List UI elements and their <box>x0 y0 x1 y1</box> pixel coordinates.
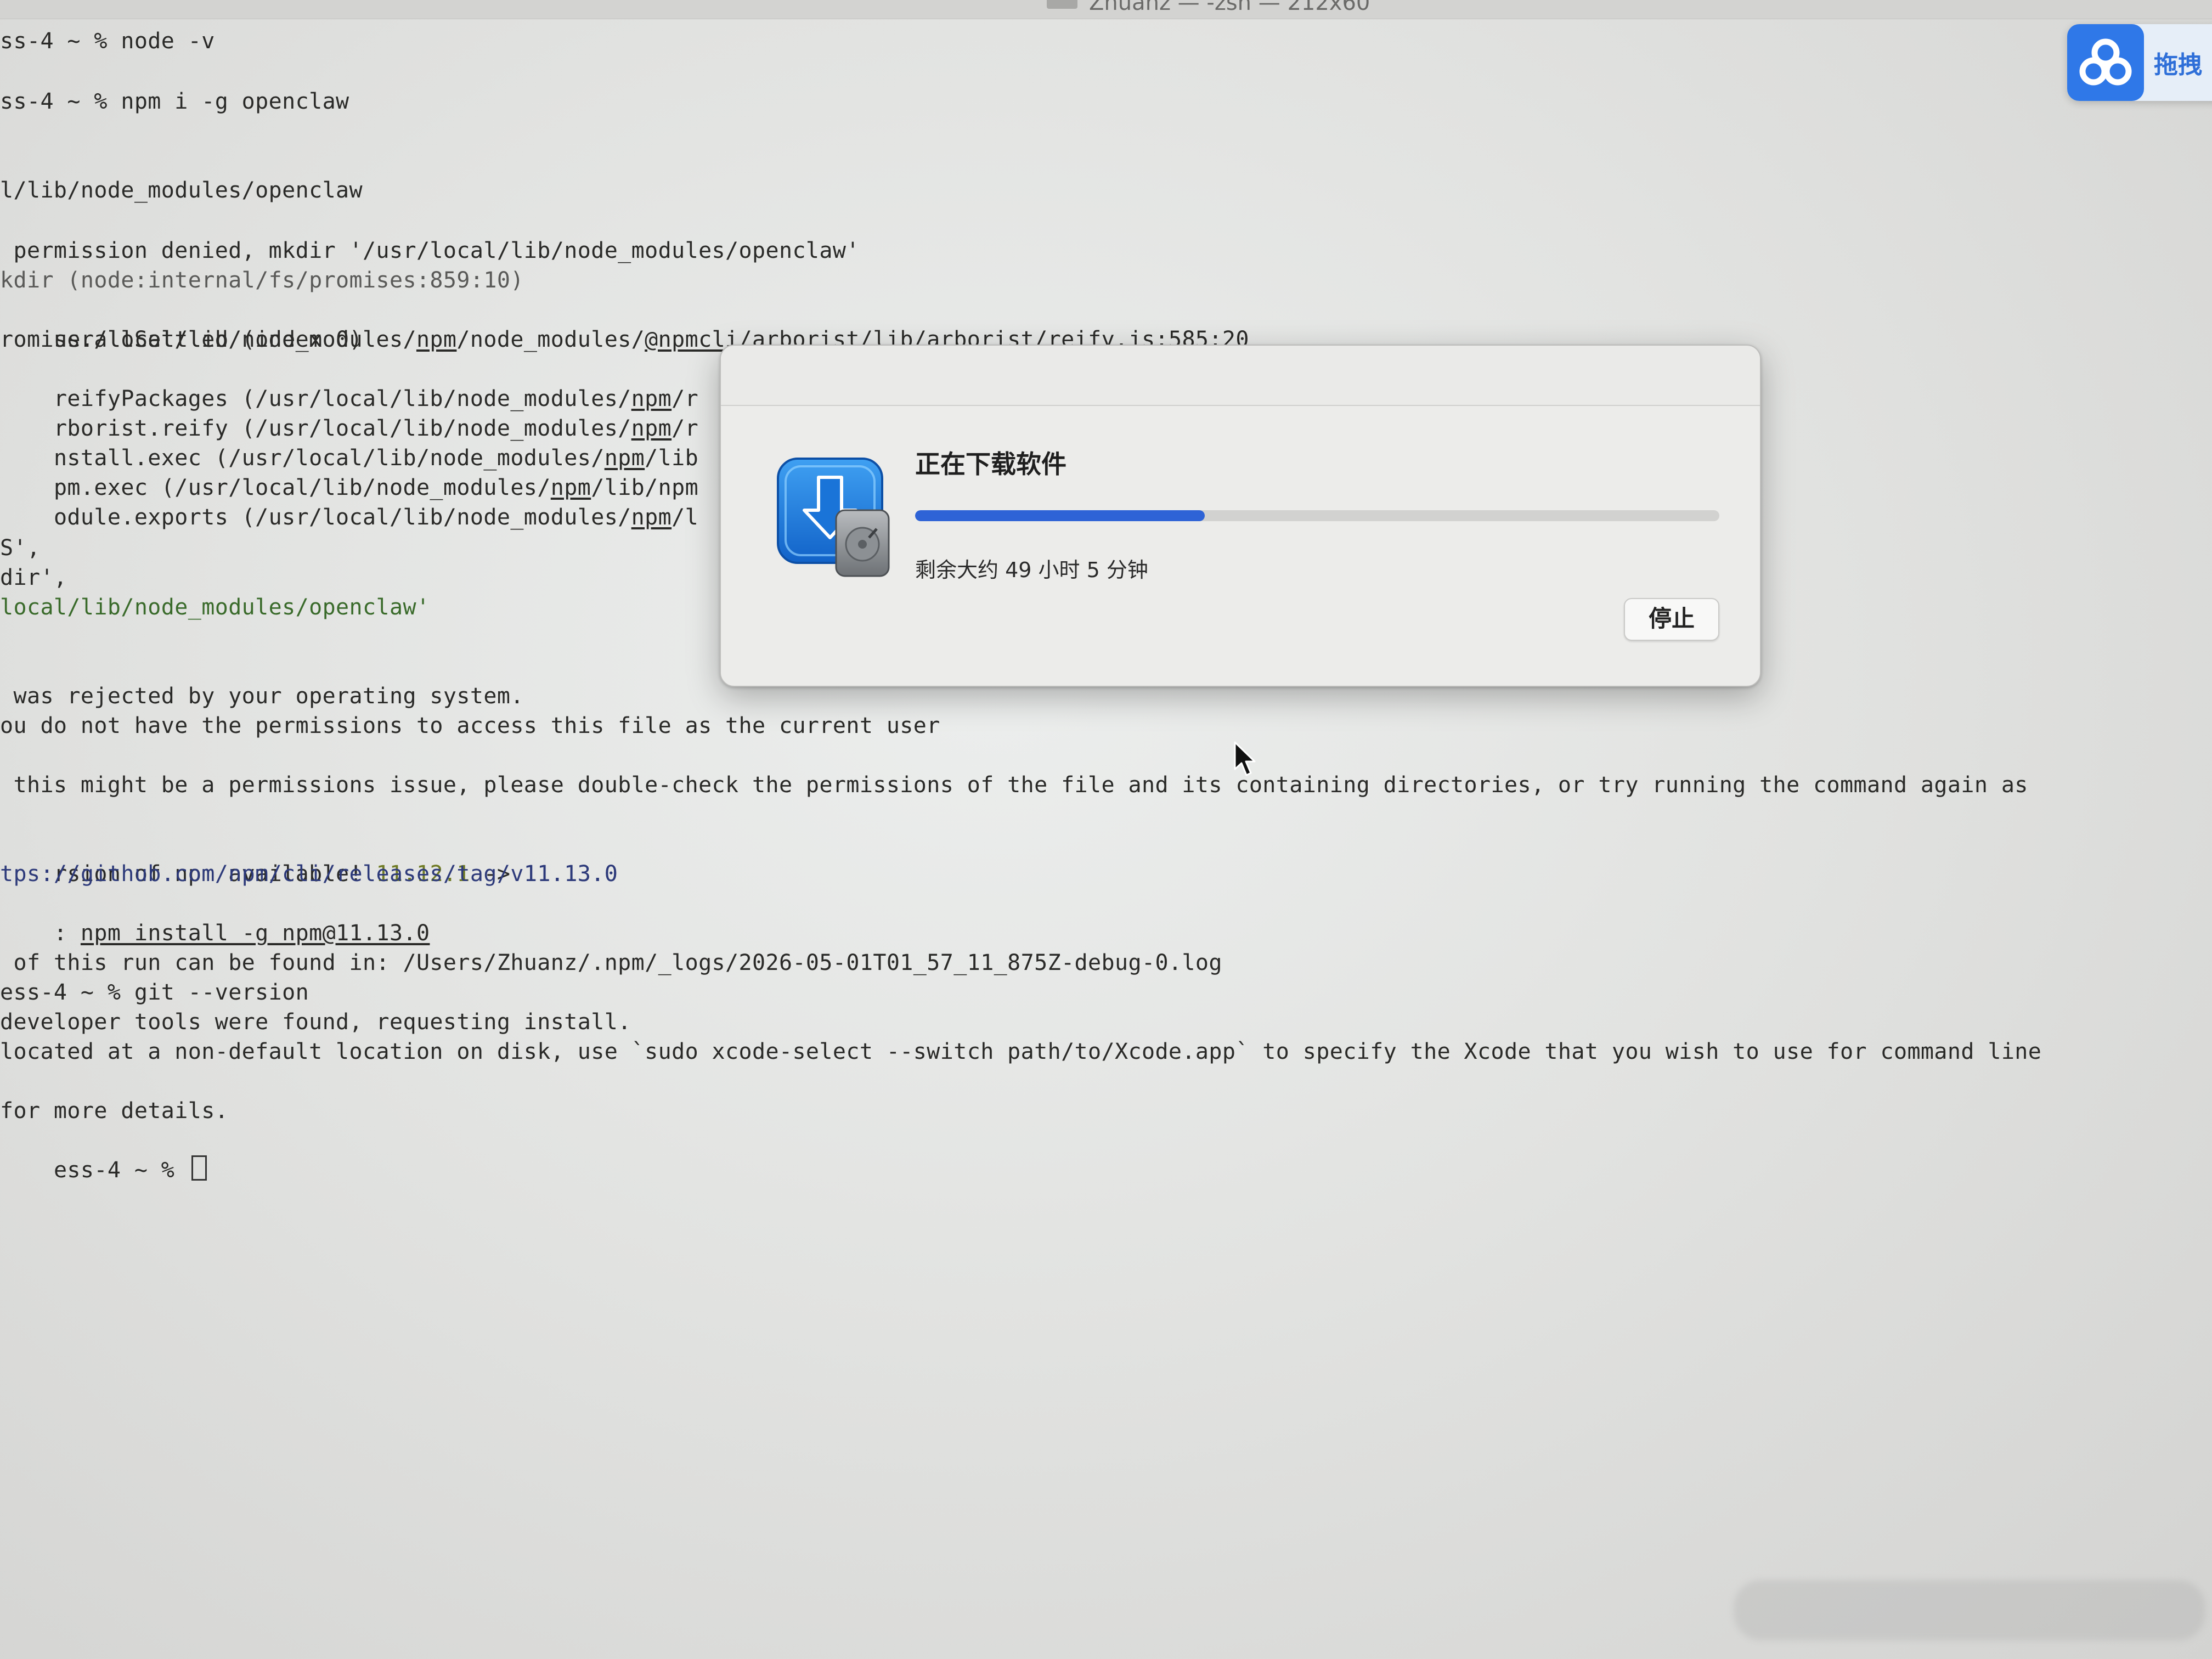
terminal-line: romise.allSettled (index 0) <box>0 327 363 352</box>
terminal-line: odule.exports (/usr/local/lib/node_modul… <box>0 473 698 562</box>
mouse-pointer-icon <box>1234 741 1256 776</box>
download-dialog[interactable]: 正在下载软件 剩余大约 49 小时 5 分钟 停止 <box>720 345 1761 687</box>
terminal-line: of this run can be found in: /Users/Zhua… <box>0 950 1222 975</box>
terminal-line: kdir (node:internal/fs/promises:859:10) <box>0 268 524 293</box>
terminal-line: developer tools were found, requesting i… <box>0 1009 631 1035</box>
path-link[interactable]: npm <box>631 505 672 530</box>
terminal-line: S', <box>0 535 41 561</box>
drag-label: 拖拽 <box>2154 51 2202 79</box>
watermark <box>1734 1580 2205 1640</box>
terminal-output[interactable]: ss-4 ~ % node -v ss-4 ~ % npm i -g openc… <box>0 0 2212 1659</box>
dialog-title: 正在下载软件 <box>915 449 1066 479</box>
terminal-line: ou do not have the permissions to access… <box>0 713 940 738</box>
stop-button[interactable]: 停止 <box>1624 598 1719 641</box>
update-command[interactable]: npm install -g npm@11.13.0 <box>81 921 430 946</box>
terminal-line: dir', <box>0 565 67 590</box>
terminal-line: for more details. <box>0 1098 229 1124</box>
terminal-line: located at a non-default location on dis… <box>0 1039 2042 1064</box>
prompt-text: ess-4 ~ % <box>53 1158 188 1183</box>
terminal-line: ess-4 ~ % git --version <box>0 980 309 1005</box>
terminal-line: this might be a permissions issue, pleas… <box>0 772 2028 798</box>
download-progress-bar <box>915 510 1719 521</box>
terminal-line: ss-4 ~ % node -v <box>0 29 215 54</box>
software-update-icon <box>777 458 890 577</box>
path-link[interactable]: npm <box>416 327 456 352</box>
path-segment: odule.exports (/usr/local/lib/node_modul… <box>53 505 631 530</box>
terminal-line: local/lib/node_modules/openclaw' <box>0 595 430 620</box>
terminal-prompt[interactable]: ess-4 ~ % <box>0 1126 207 1215</box>
text-cursor <box>191 1155 207 1181</box>
terminal-line: l/lib/node_modules/openclaw <box>0 178 363 203</box>
path-segment: /l <box>672 505 699 530</box>
cloud-logo-svg <box>2079 38 2132 86</box>
download-progress-fill <box>915 510 1205 521</box>
dialog-header-strip <box>721 346 1760 406</box>
changelog-link[interactable]: tps://github.com/npm/cli/releases/tag/v1… <box>0 859 618 889</box>
terminal-line: was rejected by your operating system. <box>0 684 524 709</box>
path-segment: /node_modules/ <box>456 327 645 352</box>
cloud-logo-icon <box>2067 24 2144 101</box>
run-label: : <box>53 921 81 946</box>
terminal-line: ss-4 ~ % npm i -g openclaw <box>0 89 349 114</box>
cloud-drive-widget[interactable]: 拖拽 <box>2067 24 2212 101</box>
terminal-line: permission denied, mkdir '/usr/local/lib… <box>0 238 860 263</box>
time-remaining: 剩余大约 49 小时 5 分钟 <box>915 558 1148 582</box>
